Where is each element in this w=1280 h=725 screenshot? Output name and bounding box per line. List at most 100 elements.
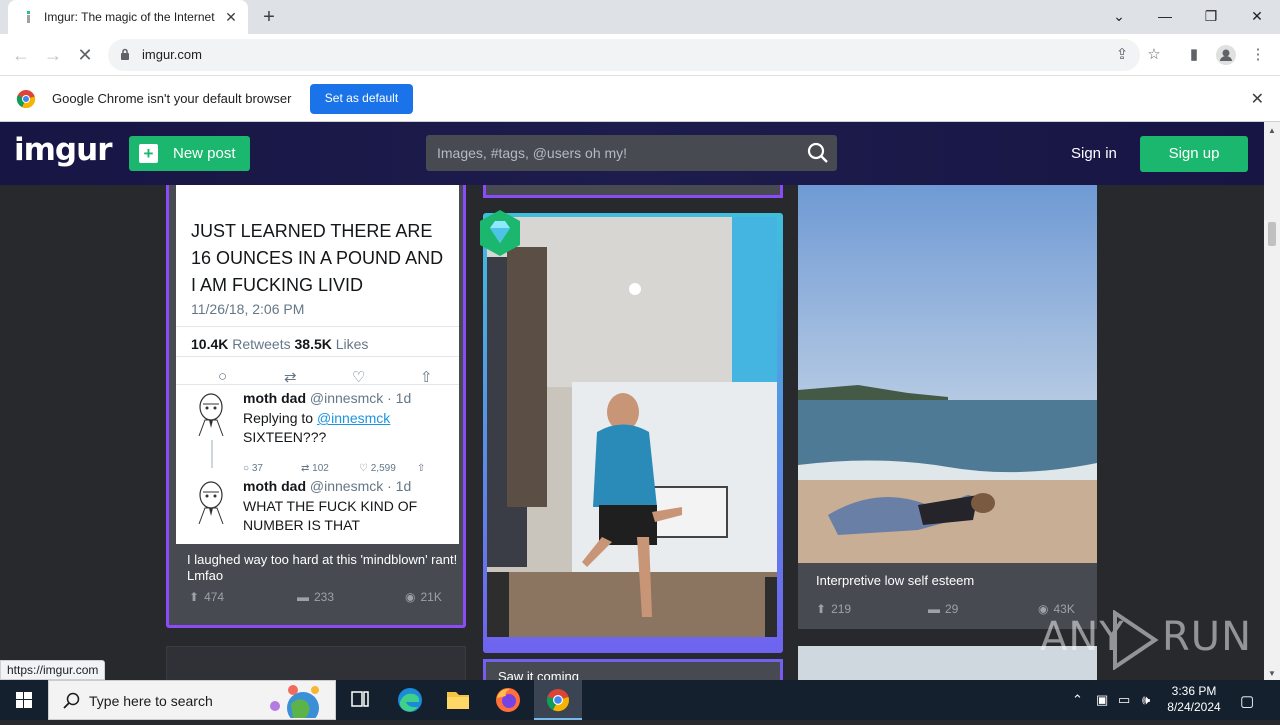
scrollbar-thumb[interactable]	[1268, 222, 1276, 246]
task-view-icon[interactable]	[336, 680, 384, 720]
edge-icon[interactable]	[386, 680, 434, 720]
profile-avatar-icon[interactable]	[1214, 43, 1238, 67]
new-tab-button[interactable]: +	[258, 6, 280, 28]
post-card[interactable]: JUST LEARNED THERE ARE 16 OUNCES IN A PO…	[166, 185, 466, 628]
default-browser-infobar: Google Chrome isn't your default browser…	[0, 76, 1280, 122]
upvote-icon: ⬆	[816, 602, 827, 616]
sign-in-link[interactable]: Sign in	[1071, 145, 1117, 162]
play-logo-icon	[1113, 610, 1159, 670]
post-title[interactable]: I laughed way too hard at this 'mindblow…	[187, 552, 463, 584]
post-title[interactable]: Saw it coming	[498, 669, 579, 680]
imgur-search-input[interactable]: Images, #tags, @users oh my!	[426, 135, 837, 171]
beach-image	[798, 185, 1097, 563]
post-card[interactable]: Interpretive low self esteem ⬆ 219 ▬ 29 ◉ 4…	[798, 185, 1097, 629]
new-post-label: New post	[173, 145, 236, 162]
reply-author: moth dad @innesmck · 1d	[243, 390, 412, 406]
taskbar-search-box[interactable]: Type here to search	[48, 680, 336, 720]
reply-like-count: ♡ 2,599	[359, 463, 396, 474]
retweets-label: Retweets	[232, 336, 291, 352]
avatar	[198, 481, 224, 524]
comment-count: ▬ 233	[297, 590, 335, 604]
upvote-icon: ⬆	[189, 590, 200, 604]
minimize-button[interactable]: —	[1142, 0, 1188, 34]
reply-replying-to: Replying to @innesmck	[243, 410, 391, 426]
imgur-header: imgur + New post Images, #tags, @users o…	[0, 122, 1264, 185]
back-button[interactable]: ←	[8, 42, 34, 68]
view-count: ◉ 21K	[405, 590, 442, 604]
clock-time: 3:36 PM	[1171, 684, 1217, 698]
search-icon[interactable]	[807, 142, 829, 164]
upvote-count: ⬆ 474	[189, 590, 225, 604]
post-card-bottom[interactable]	[483, 185, 783, 198]
restore-button[interactable]: ❐	[1188, 0, 1234, 34]
tweet-text: JUST LEARNED THERE ARE 16 OUNCES IN A PO…	[191, 221, 444, 295]
watermark-text-run: RUN	[1162, 614, 1252, 660]
browser-menu-icon[interactable]: ⋮	[1246, 43, 1270, 67]
tab-title: Imgur: The magic of the Internet	[44, 10, 215, 24]
share-icon[interactable]: ⇪	[1110, 43, 1134, 67]
post-card[interactable]: Saw it coming	[483, 659, 783, 680]
reply-retweet-count: ⇄ 102	[301, 463, 329, 474]
divider	[176, 326, 459, 327]
new-post-button[interactable]: + New post	[129, 136, 250, 171]
reply-author: moth dad @innesmck · 1d	[243, 478, 412, 494]
tweet-counts: 10.4K Retweets 38.5K Likes	[191, 336, 368, 352]
post-title[interactable]: Interpretive low self esteem	[816, 573, 974, 589]
chrome-taskbar-icon[interactable]	[534, 680, 582, 720]
reply-text: WHAT THE FUCK KIND OF NUMBER IS THAT	[243, 498, 418, 533]
search-highlight-globe-icon	[270, 685, 319, 718]
divider	[176, 356, 459, 357]
tray-overflow-chevron-icon[interactable]: ⌃	[1072, 692, 1083, 708]
clock-date: 8/24/2024	[1167, 700, 1221, 714]
comment-icon: ▬	[928, 602, 940, 616]
eye-icon: ◉	[405, 590, 416, 604]
stop-loading-button[interactable]: ✕	[72, 42, 98, 68]
tab-search-icon[interactable]: ⌄	[1096, 0, 1142, 34]
windows-start-icon[interactable]	[0, 680, 48, 720]
imgur-favicon-icon	[27, 11, 30, 23]
post-card-promoted[interactable]	[483, 213, 783, 653]
bookmark-star-icon[interactable]: ☆	[1142, 43, 1166, 67]
address-bar[interactable]: imgur.com	[108, 39, 1140, 71]
thread-line	[211, 440, 213, 468]
search-placeholder: Images, #tags, @users oh my!	[437, 145, 628, 161]
infobar-message: Google Chrome isn't your default browser	[52, 91, 292, 106]
windows-taskbar: Type here to search ⌃ ▣ ▭ 🕪 3:36 PM 8/24…	[0, 680, 1280, 720]
tweet-screenshot-image: JUST LEARNED THERE ARE 16 OUNCES IN A PO…	[176, 185, 459, 544]
video-thumbnail	[487, 217, 777, 637]
reply-comment-count: ○ 37	[243, 463, 263, 474]
retweet-count: 10.4K	[191, 336, 229, 352]
side-panel-icon[interactable]: ▮	[1182, 43, 1206, 67]
scroll-up-arrow-icon[interactable]: ▲	[1268, 126, 1276, 135]
meet-now-icon[interactable]: ▣	[1096, 692, 1108, 708]
imgur-logo[interactable]: imgur	[14, 132, 112, 168]
set-as-default-button[interactable]: Set as default	[310, 84, 413, 114]
reply-share-icon: ⇧	[417, 463, 426, 474]
scroll-down-arrow-icon[interactable]: ▼	[1268, 669, 1276, 678]
notifications-icon[interactable]: ▢	[1240, 692, 1254, 710]
window-close-button[interactable]: ✕	[1234, 0, 1280, 34]
infobar-close-icon[interactable]: ✕	[1251, 89, 1264, 109]
like-count: 38.5K	[294, 336, 332, 352]
avatar	[198, 393, 224, 436]
likes-label: Likes	[335, 336, 369, 352]
firefox-icon[interactable]	[484, 680, 532, 720]
sign-up-button[interactable]: Sign up	[1140, 136, 1248, 172]
taskbar-clock[interactable]: 3:36 PM 8/24/2024	[1160, 683, 1228, 715]
upvote-count: ⬆ 219	[816, 602, 852, 616]
file-explorer-icon[interactable]	[434, 680, 482, 720]
lock-icon	[121, 48, 129, 60]
network-icon[interactable]: ▭	[1118, 692, 1130, 708]
comment-icon: ▬	[297, 590, 309, 604]
post-card[interactable]	[166, 646, 466, 680]
tab-close-icon[interactable]: ✕	[222, 8, 240, 26]
forward-button[interactable]: →	[40, 42, 66, 68]
taskbar-search-placeholder: Type here to search	[89, 693, 213, 709]
divider	[176, 384, 459, 385]
browser-tab-strip: Imgur: The magic of the Internet ✕ + ⌄ —…	[0, 0, 1280, 34]
anyrun-watermark: ANY RUN	[1040, 610, 1251, 670]
chrome-logo-icon	[16, 90, 36, 109]
page-scrollbar[interactable]: ▲ ▼	[1264, 122, 1280, 680]
volume-icon[interactable]: 🕪	[1142, 692, 1150, 708]
browser-tab[interactable]: Imgur: The magic of the Internet ✕	[8, 0, 248, 34]
